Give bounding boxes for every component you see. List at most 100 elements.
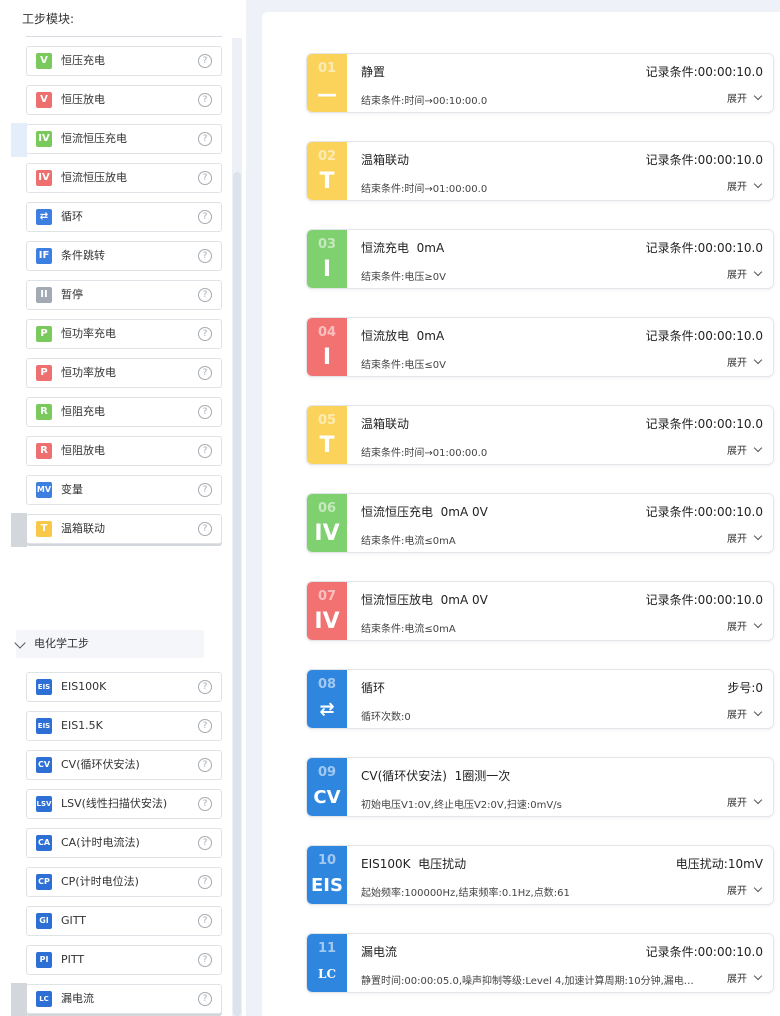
module-ca[interactable]: CA CA(计时电流法) ?	[26, 828, 222, 858]
expand-button[interactable]: 展开	[727, 354, 763, 369]
step-card-08[interactable]: 08 ⇄ 循环 步号:0 循环次数:0 展开	[306, 669, 774, 729]
module-cp-charge[interactable]: P 恒功率充电 ?	[26, 319, 222, 349]
help-icon[interactable]: ?	[198, 719, 212, 733]
module-cccv-charge[interactable]: IV 恒流恒压充电 ?	[11, 123, 222, 157]
module-condition-jump[interactable]: IF 条件跳转 ?	[26, 241, 222, 271]
module-loop[interactable]: ⇄ 循环 ?	[26, 202, 222, 232]
expand-label: 展开	[727, 446, 747, 457]
expand-button[interactable]: 展开	[727, 266, 763, 281]
module-cp[interactable]: CP CP(计时电位法) ?	[26, 867, 222, 897]
help-icon[interactable]: ?	[198, 132, 212, 146]
step-card-03[interactable]: 03 I 恒流充电 0mA 记录条件:00:00:10.0 结束条件:电压≥0V…	[306, 229, 774, 289]
help-icon[interactable]: ?	[198, 327, 212, 341]
help-icon[interactable]: ?	[198, 797, 212, 811]
step-card-04[interactable]: 04 I 恒流放电 0mA 记录条件:00:00:10.0 结束条件:电压≤0V…	[306, 317, 774, 377]
help-icon[interactable]: ?	[198, 288, 212, 302]
loop-icon: ⇄	[36, 209, 52, 225]
module-cv-charge[interactable]: V 恒压充电 ?	[26, 46, 222, 76]
chevron-down-icon	[753, 91, 763, 101]
expand-button[interactable]: 展开	[727, 794, 763, 809]
module-eis100k[interactable]: EIS EIS100K ?	[26, 672, 222, 702]
module-label: EIS1.5K	[61, 719, 103, 732]
expand-button[interactable]: 展开	[727, 882, 763, 897]
module-leakage-current[interactable]: LC 漏电流 ?	[11, 983, 222, 1016]
module-icon: P	[36, 326, 52, 342]
module-cv-voltammetry[interactable]: CV CV(循环伏安法) ?	[26, 750, 222, 780]
eis-icon: EIS	[311, 875, 343, 896]
step-title: EIS100K 电压扰动	[361, 857, 467, 871]
module-cr-discharge[interactable]: R 恒阻放电 ?	[26, 436, 222, 466]
help-icon[interactable]: ?	[198, 875, 212, 889]
step-card-07[interactable]: 07 IV 恒流恒压放电 0mA 0V 记录条件:00:00:10.0 结束条件…	[306, 581, 774, 641]
step-number: 07	[317, 589, 337, 604]
module-icon: V	[36, 53, 52, 69]
module-pause[interactable]: II 暂停 ?	[26, 280, 222, 310]
help-icon[interactable]: ?	[198, 758, 212, 772]
step-card-06[interactable]: 06 IV 恒流恒压充电 0mA 0V 记录条件:00:00:10.0 结束条件…	[306, 493, 774, 553]
module-icon: P	[36, 365, 52, 381]
expand-button[interactable]: 展开	[727, 618, 763, 633]
cv-icon: CV	[313, 787, 341, 808]
help-icon[interactable]: ?	[198, 171, 212, 185]
step-card-01[interactable]: 01 — 静置 记录条件:00:00:10.0 结束条件:时间→00:10:00…	[306, 53, 774, 113]
step-card-10[interactable]: 10 EIS EIS100K 电压扰动 电压扰动:10mV 起始频率:10000…	[306, 845, 774, 905]
help-icon[interactable]: ?	[198, 366, 212, 380]
step-card-02[interactable]: 02 T 温箱联动 记录条件:00:00:10.0 结束条件:时间→01:00:…	[306, 141, 774, 201]
help-icon[interactable]: ?	[198, 992, 212, 1006]
step-title: 温箱联动	[361, 417, 410, 431]
module-icon: LSV	[36, 796, 52, 812]
module-cv-discharge[interactable]: V 恒压放电 ?	[26, 85, 222, 115]
help-icon[interactable]: ?	[198, 522, 212, 536]
help-icon[interactable]: ?	[198, 836, 212, 850]
module-label: 恒功率充电	[61, 327, 116, 340]
group-title: 电化学工步	[34, 637, 89, 650]
module-icon: LC	[36, 991, 52, 1007]
module-lsv[interactable]: LSV LSV(线性扫描伏安法) ?	[26, 789, 222, 819]
expand-label: 展开	[727, 534, 747, 545]
help-icon[interactable]: ?	[198, 483, 212, 497]
expand-label: 展开	[727, 798, 747, 809]
end-condition: 结束条件:电流≤0mA	[361, 624, 456, 635]
step-card-11[interactable]: 11 LC 漏电流 记录条件:00:00:10.0 静置时间:00:00:05.…	[306, 933, 774, 993]
step-badge: 04 I	[307, 318, 347, 376]
module-cccv-discharge[interactable]: IV 恒流恒压放电 ?	[26, 163, 222, 193]
help-icon[interactable]: ?	[198, 405, 212, 419]
module-icon: IV	[36, 170, 52, 186]
expand-button[interactable]: 展开	[727, 442, 763, 457]
help-icon[interactable]: ?	[198, 54, 212, 68]
module-label: 恒压放电	[61, 93, 105, 106]
help-icon[interactable]: ?	[198, 953, 212, 967]
chevron-down-icon	[753, 619, 763, 629]
help-icon[interactable]: ?	[198, 914, 212, 928]
module-cr-charge[interactable]: R 恒阻充电 ?	[26, 397, 222, 427]
record-condition: 记录条件:00:00:10.0	[645, 945, 763, 959]
expand-button[interactable]: 展开	[727, 178, 763, 193]
expand-button[interactable]: 展开	[727, 530, 763, 545]
expand-button[interactable]: 展开	[727, 706, 763, 721]
module-eis1-5k[interactable]: EIS EIS1.5K ?	[26, 711, 222, 741]
help-icon[interactable]: ?	[198, 680, 212, 694]
palette-scrollbar-thumb[interactable]	[233, 172, 241, 1016]
step-number: 03	[317, 237, 337, 252]
help-icon[interactable]: ?	[198, 93, 212, 107]
module-temp-chamber[interactable]: T 温箱联动 ?	[11, 513, 222, 547]
help-icon[interactable]: ?	[198, 444, 212, 458]
help-icon[interactable]: ?	[198, 249, 212, 263]
module-icon: MV	[36, 482, 52, 498]
expand-label: 展开	[727, 358, 747, 369]
cv-parameters: 初始电压V1:0V,终止电压V2:0V,扫速:0mV/s	[361, 800, 562, 811]
expand-button[interactable]: 展开	[727, 90, 763, 105]
module-label: LSV(线性扫描伏安法)	[61, 797, 168, 810]
help-icon[interactable]: ?	[198, 210, 212, 224]
module-gitt[interactable]: GI GITT ?	[26, 906, 222, 936]
module-pitt[interactable]: PI PITT ?	[26, 945, 222, 975]
expand-label: 展开	[727, 182, 747, 193]
module-variable[interactable]: MV 变量 ?	[26, 475, 222, 505]
step-badge: 01 —	[307, 54, 347, 112]
expand-button[interactable]: 展开	[727, 970, 763, 985]
module-cp-discharge[interactable]: P 恒功率放电 ?	[26, 358, 222, 388]
step-card-09[interactable]: 09 CV CV(循环伏安法) 1圈测一次 初始电压V1:0V,终止电压V2:0…	[306, 757, 774, 817]
step-title: 静置	[361, 65, 386, 79]
step-card-05[interactable]: 05 T 温箱联动 记录条件:00:00:10.0 结束条件:时间→01:00:…	[306, 405, 774, 465]
group-header-electrochem[interactable]: 电化学工步	[14, 630, 204, 658]
